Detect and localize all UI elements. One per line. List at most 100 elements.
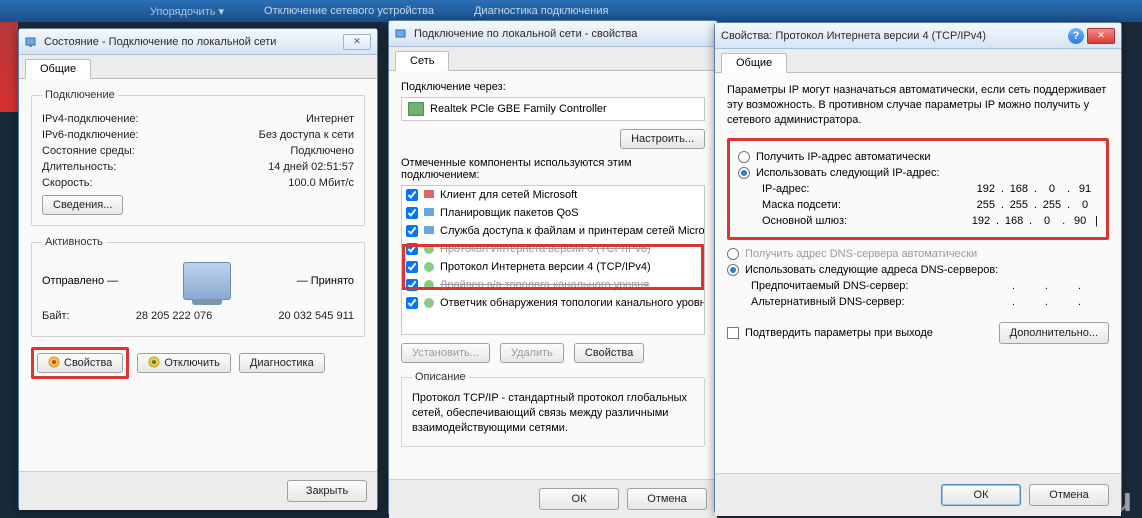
checkbox-label: Подтвердить параметры при выходе	[745, 327, 933, 339]
close-icon[interactable]: ✕	[343, 34, 371, 50]
item-label: Протокол Интернета версии 6 (TCP/IPv6)	[440, 243, 651, 255]
list-item[interactable]: Ответчик обнаружения топологии канальног…	[402, 294, 704, 312]
checkbox[interactable]	[406, 279, 418, 291]
details-button[interactable]: Сведения...	[42, 195, 123, 215]
checkbox[interactable]	[406, 243, 418, 255]
explorer-toolbar: Упорядочить ▾ Отключение сетевого устрой…	[0, 0, 1142, 22]
disable-button[interactable]: Отключить	[137, 353, 231, 373]
titlebar[interactable]: Свойства: Протокол Интернета версии 4 (T…	[715, 23, 1121, 49]
toolbar-item[interactable]: Диагностика подключения	[474, 5, 608, 17]
gateway-field[interactable]: 192.168.0.90|	[948, 215, 1098, 227]
close-icon[interactable]: ✕	[1087, 28, 1115, 44]
tcpip-properties-dialog: Свойства: Протокол Интернета версии 4 (T…	[714, 22, 1122, 512]
checkbox[interactable]	[406, 225, 418, 237]
list-item[interactable]: Драйвер в/в тополога канального уровня	[402, 276, 704, 294]
value: Без доступа к сети	[259, 129, 354, 141]
list-item[interactable]: Протокол Интернета версии 6 (TCP/IPv6)	[402, 240, 704, 258]
radio-label: Получить адрес DNS-сервера автоматически	[745, 248, 977, 260]
sent-label: Отправлено —	[42, 275, 118, 287]
checkbox[interactable]	[406, 189, 418, 201]
protocol-icon	[422, 296, 436, 310]
titlebar[interactable]: Подключение по локальной сети - свойства	[389, 21, 717, 47]
radio-label: Получить IP-адрес автоматически	[756, 151, 930, 163]
protocol-icon	[422, 260, 436, 274]
ip-field[interactable]: 192.168.0.91	[948, 183, 1098, 195]
list-item[interactable]: Клиент для сетей Microsoft	[402, 186, 704, 204]
diagnose-button[interactable]: Диагностика	[239, 353, 325, 373]
bytes-sent: 28 205 222 076	[70, 310, 279, 322]
radio-auto-ip[interactable]: Получить IP-адрес автоматически	[738, 151, 1098, 163]
list-item-tcpipv4[interactable]: Протокол Интернета версии 4 (TCP/IPv4)	[402, 258, 704, 276]
tabbar: Общие	[715, 49, 1121, 73]
install-button[interactable]: Установить...	[401, 343, 490, 363]
item-label: Драйвер в/в тополога канального уровня	[440, 279, 649, 291]
remove-button[interactable]: Удалить	[500, 343, 564, 363]
radio-label: Использовать следующий IP-адрес:	[756, 167, 940, 179]
cancel-button[interactable]: Отмена	[1029, 484, 1109, 506]
dns1-label: Предпочитаемый DNS-сервер:	[751, 280, 908, 292]
group-legend: Описание	[412, 371, 469, 383]
radio-label: Использовать следующие адреса DNS-сервер…	[745, 264, 998, 276]
title-text: Свойства: Протокол Интернета версии 4 (T…	[721, 30, 1064, 42]
dns2-field[interactable]: ...	[959, 296, 1109, 308]
radio-icon	[738, 151, 750, 163]
checkbox-icon	[727, 327, 739, 339]
adapter-name: Realtek PCle GBE Family Controller	[430, 103, 607, 115]
service-icon	[422, 224, 436, 238]
status-dialog: Состояние - Подключение по локальной сет…	[18, 28, 378, 508]
ip-label: IP-адрес:	[762, 183, 809, 195]
dns1-field[interactable]: ...	[959, 280, 1109, 292]
dialog-footer: ОК Отмена	[715, 473, 1121, 516]
ok-button[interactable]: ОК	[539, 488, 619, 510]
protocol-icon	[422, 278, 436, 292]
tab-network[interactable]: Сеть	[395, 51, 449, 71]
connection-group: Подключение IPv4-подключение:Интернет IP…	[31, 89, 365, 226]
close-button[interactable]: Закрыть	[287, 480, 367, 502]
properties-button[interactable]: Свойства	[37, 353, 123, 373]
advanced-button[interactable]: Дополнительно...	[999, 322, 1109, 344]
toolbar-item[interactable]: Упорядочить ▾	[150, 5, 224, 18]
tab-general[interactable]: Общие	[721, 53, 787, 73]
validate-checkbox[interactable]: Подтвердить параметры при выходе	[727, 327, 933, 339]
radio-manual-ip[interactable]: Использовать следующий IP-адрес:	[738, 167, 1098, 179]
list-item[interactable]: Служба доступа к файлам и принтерам сете…	[402, 222, 704, 240]
properties-button[interactable]: Свойства	[574, 343, 644, 363]
list-item[interactable]: Планировщик пакетов QoS	[402, 204, 704, 222]
shield-icon	[48, 356, 60, 371]
tab-general[interactable]: Общие	[25, 59, 91, 79]
connect-through-label: Подключение через:	[401, 81, 705, 93]
group-legend: Подключение	[42, 89, 118, 101]
tabbar: Общие	[19, 55, 377, 79]
label: Длительность:	[42, 161, 116, 173]
gateway-label: Основной шлюз:	[762, 215, 847, 227]
label: Скорость:	[42, 177, 93, 189]
checkbox[interactable]	[406, 207, 418, 219]
ok-button[interactable]: ОК	[941, 484, 1021, 506]
radio-manual-dns[interactable]: Использовать следующие адреса DNS-сервер…	[727, 264, 1109, 276]
cancel-button[interactable]: Отмена	[627, 488, 707, 510]
item-label: Клиент для сетей Microsoft	[440, 189, 577, 201]
checkbox[interactable]	[406, 297, 418, 309]
highlight-ring: Свойства	[31, 347, 129, 379]
item-label: Служба доступа к файлам и принтерам сете…	[440, 225, 705, 237]
configure-button[interactable]: Настроить...	[620, 129, 705, 149]
group-legend: Активность	[42, 236, 106, 248]
mask-field[interactable]: 255.255.255.0	[948, 199, 1098, 211]
activity-icon	[183, 262, 231, 300]
radio-icon	[727, 264, 739, 276]
titlebar[interactable]: Состояние - Подключение по локальной сет…	[19, 29, 377, 55]
radio-auto-dns: Получить адрес DNS-сервера автоматически	[727, 248, 1109, 260]
properties-dialog: Подключение по локальной сети - свойства…	[388, 20, 718, 514]
radio-icon	[738, 167, 750, 179]
help-icon[interactable]: ?	[1068, 28, 1084, 44]
client-icon	[422, 188, 436, 202]
components-list[interactable]: Клиент для сетей Microsoft Планировщик п…	[401, 185, 705, 335]
shield-icon	[148, 356, 160, 371]
dns2-label: Альтернативный DNS-сервер:	[751, 296, 905, 308]
value: 100.0 Мбит/с	[288, 177, 354, 189]
bytes-label: Байт:	[42, 310, 70, 322]
adapter-icon	[408, 102, 424, 116]
activity-group: Активность Отправлено — — Принято Байт: …	[31, 236, 365, 337]
checkbox[interactable]	[406, 261, 418, 273]
toolbar-item[interactable]: Отключение сетевого устройства	[264, 5, 434, 17]
